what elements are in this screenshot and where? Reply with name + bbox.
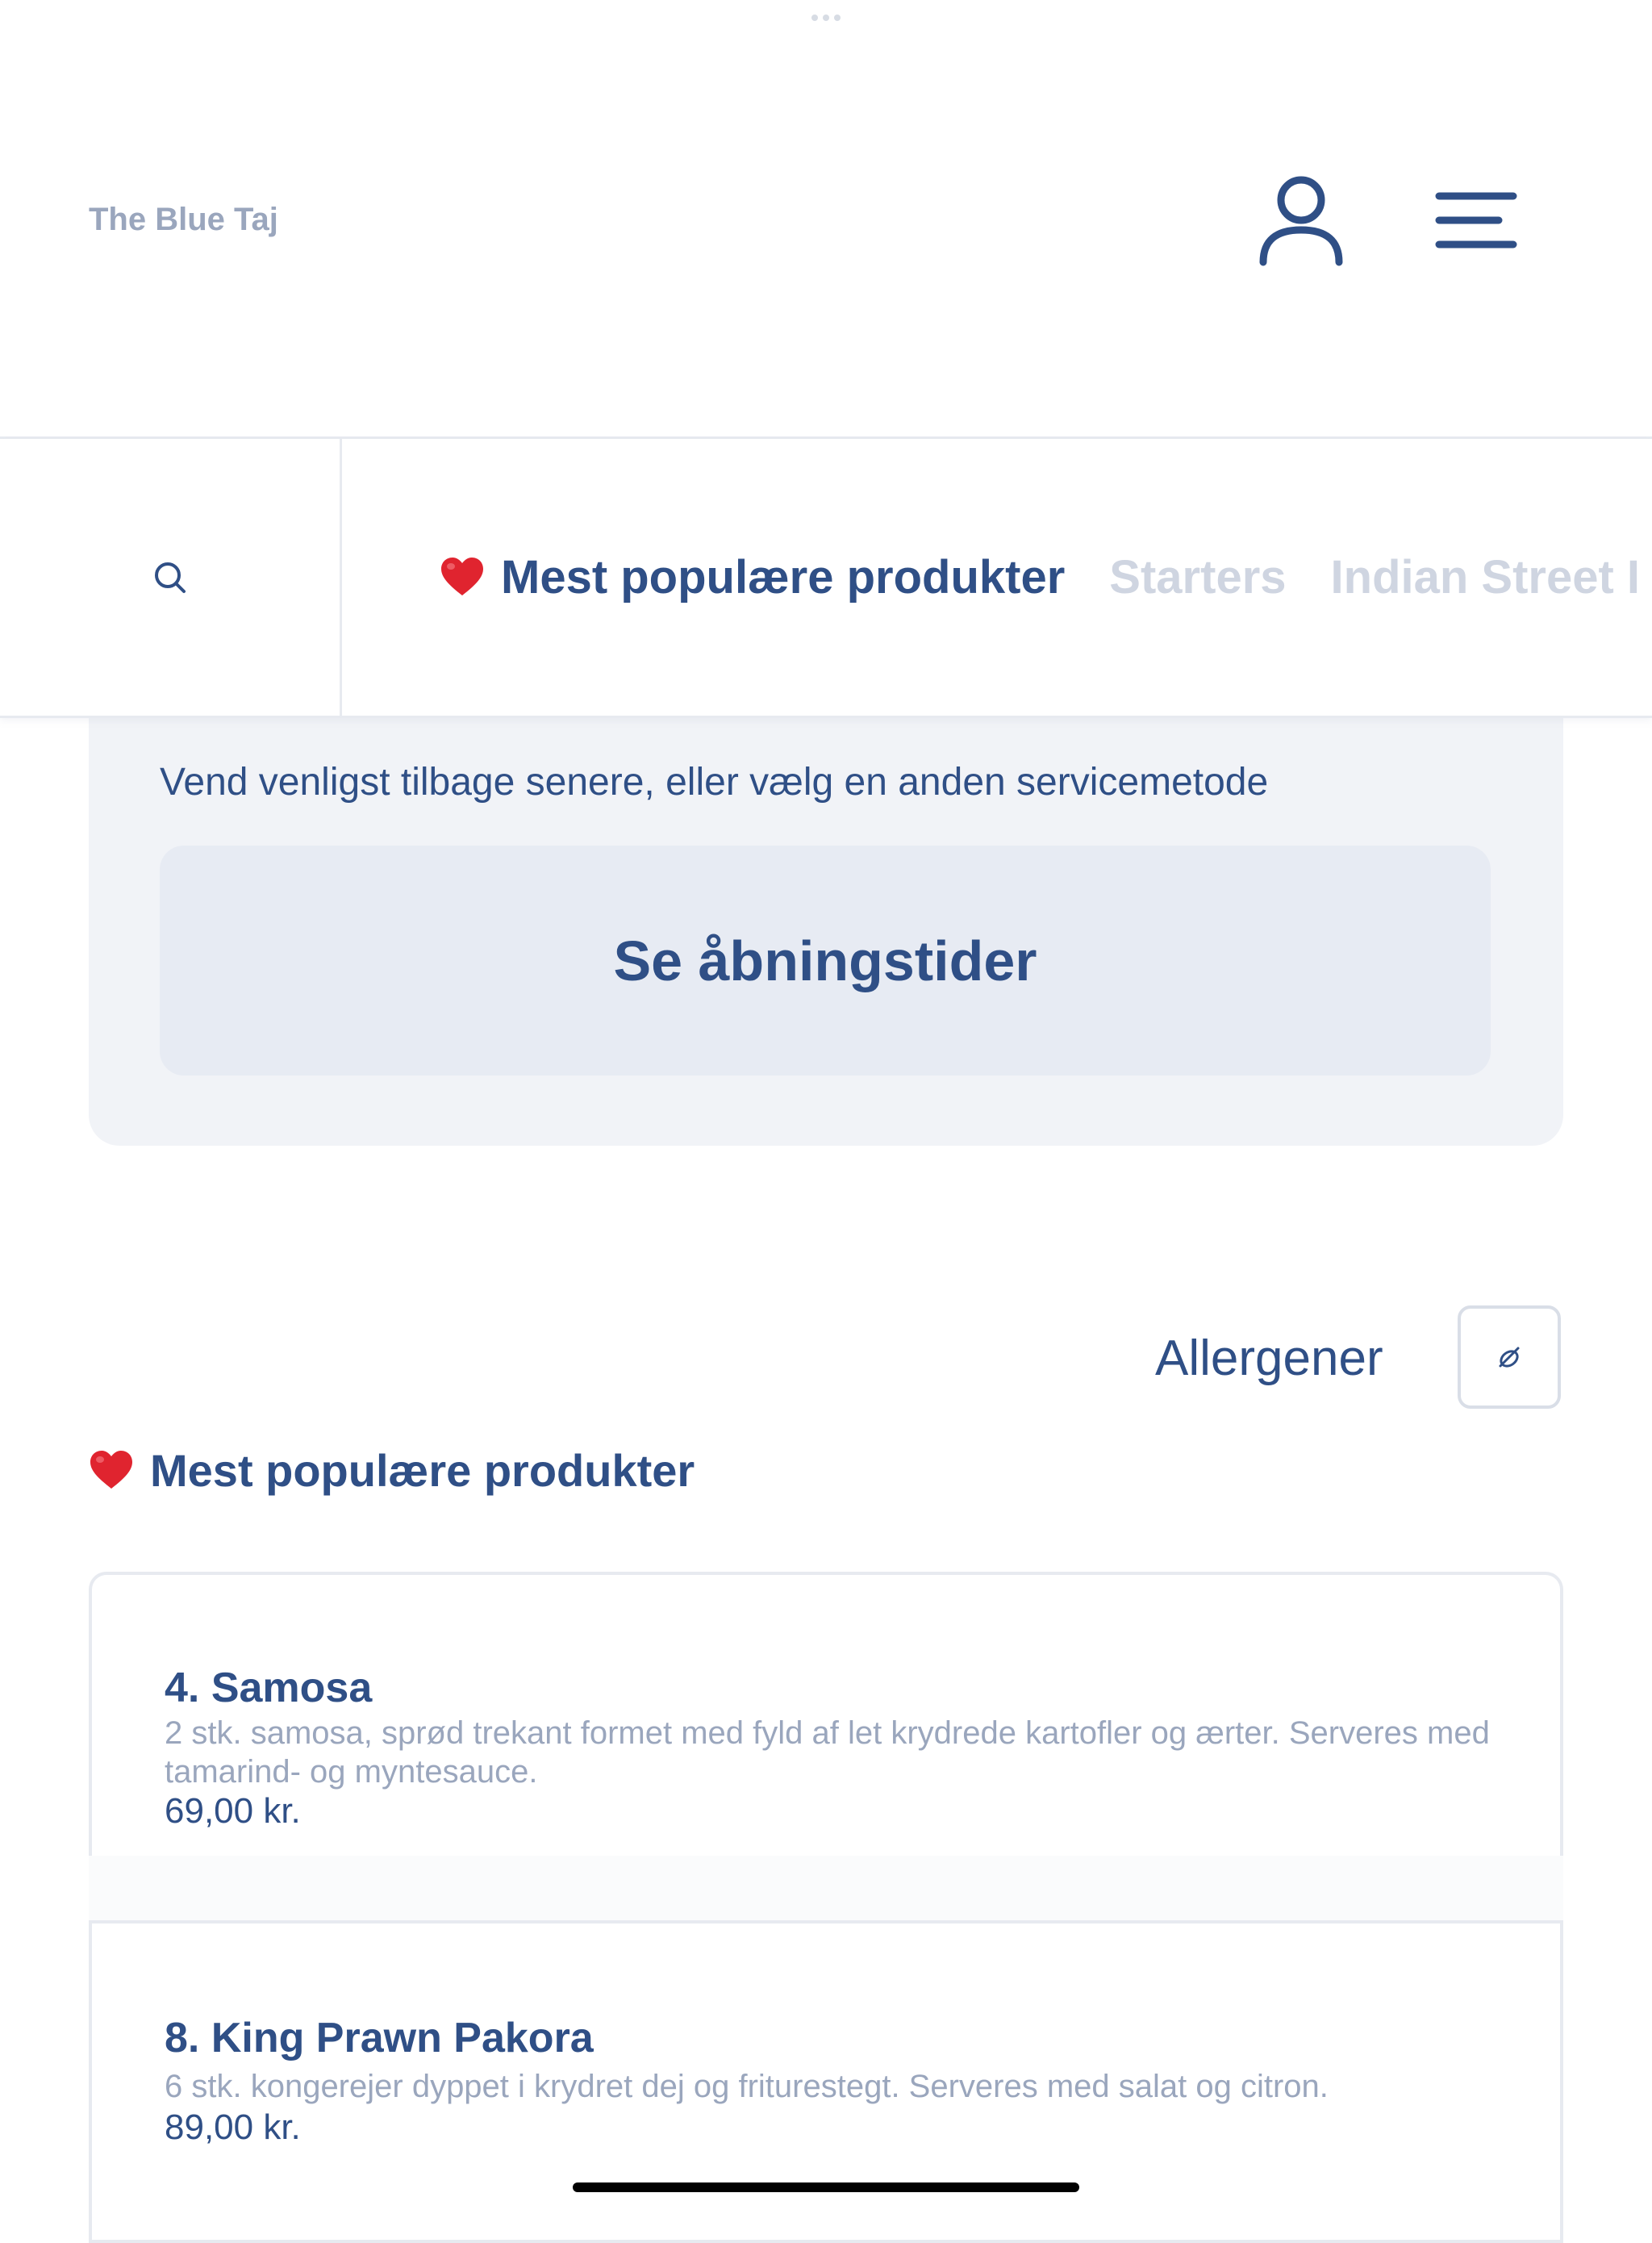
app-header: The Blue Taj <box>0 0 1652 439</box>
product-price: 89,00 kr. <box>165 2107 301 2147</box>
allergens-label[interactable]: Allergener <box>1155 1330 1383 1387</box>
account-button[interactable] <box>1250 169 1351 270</box>
tab-starters[interactable]: Starters <box>1109 550 1286 604</box>
section-title-label: Mest populære produkter <box>150 1445 695 1496</box>
product-name: 4. Samosa <box>165 1664 373 1711</box>
allergen-filter-button[interactable] <box>1458 1305 1561 1409</box>
product-name: 8. King Prawn Pakora <box>165 2015 594 2061</box>
tab-popular[interactable]: Mest populære produkter <box>440 550 1065 604</box>
heart-icon <box>441 557 483 595</box>
home-indicator[interactable] <box>573 2182 1079 2192</box>
allergen-filter-icon <box>1499 1347 1520 1368</box>
section-title: Mest populære produkter <box>89 1444 695 1497</box>
product-description: 6 stk. kongerejer dyppet i krydret dej o… <box>165 2069 1329 2104</box>
search-icon <box>154 562 186 593</box>
user-icon <box>1259 176 1342 266</box>
product-price: 69,00 kr. <box>165 1791 301 1831</box>
category-nav: Mest populære produkter Starters Indian … <box>0 439 1652 718</box>
closed-notice-message: Vend venligst tilbage senere, eller vælg… <box>160 761 1269 804</box>
brand-name[interactable]: The Blue Taj <box>89 202 278 238</box>
opening-hours-button[interactable]: Se åbningstider <box>160 846 1491 1076</box>
heart-icon <box>90 1450 132 1489</box>
tab-popular-label: Mest populære produkter <box>501 551 1066 604</box>
card-divider <box>89 1856 1563 1923</box>
search-button[interactable] <box>0 439 342 716</box>
menu-button[interactable] <box>1428 178 1525 262</box>
category-tabs: Mest populære produkter Starters Indian … <box>440 439 1640 716</box>
product-description: 2 stk. samosa, sprød trekant formet med … <box>165 1715 1490 1790</box>
product-card[interactable]: 8. King Prawn Pakora 6 stk. kongerejer d… <box>89 1920 1563 2243</box>
tab-indian-street[interactable]: Indian Street I <box>1331 550 1641 604</box>
hamburger-menu-icon <box>1435 192 1517 248</box>
closed-notice: Vend venligst tilbage senere, eller vælg… <box>89 670 1563 1146</box>
